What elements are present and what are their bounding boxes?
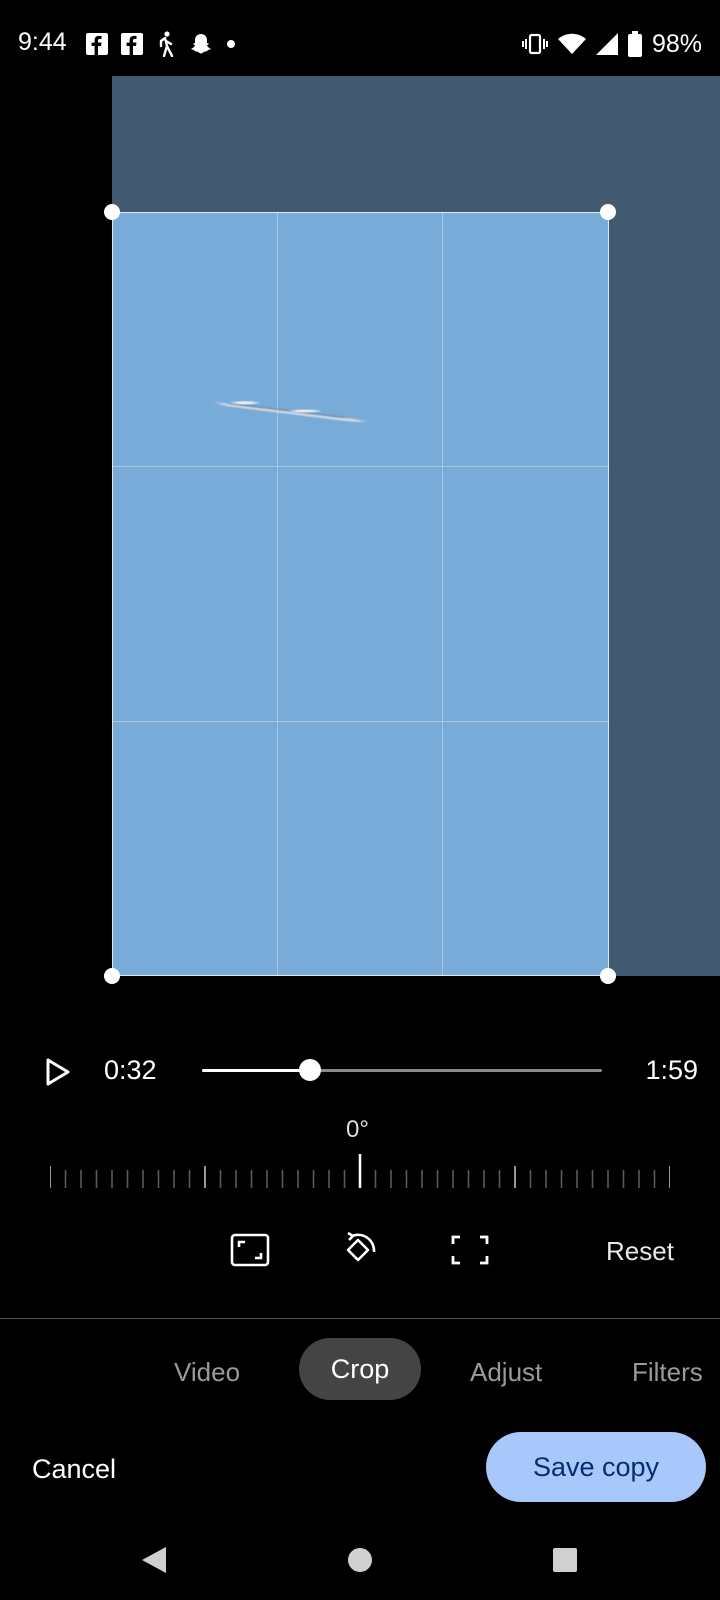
system-status-icons: 98%	[521, 28, 702, 60]
home-icon[interactable]	[338, 1538, 382, 1582]
save-copy-button[interactable]: Save copy	[486, 1432, 706, 1502]
divider	[0, 1318, 720, 1319]
tab-adjust[interactable]: Adjust	[470, 1357, 542, 1388]
back-icon[interactable]	[132, 1538, 176, 1582]
crop-handle-top-right[interactable]	[600, 204, 616, 220]
tab-crop[interactable]: Crop	[299, 1338, 421, 1400]
crop-frame	[112, 212, 609, 976]
rotation-angle: 0°	[346, 1116, 369, 1143]
status-time: 9:44	[18, 28, 67, 56]
rotation-ruler[interactable]	[50, 1154, 670, 1188]
crop-free-icon[interactable]	[446, 1226, 494, 1274]
total-time: 1:59	[645, 1055, 698, 1085]
wifi-icon	[557, 33, 586, 54]
crop-handle-top-left[interactable]	[104, 204, 120, 220]
battery-icon	[627, 31, 642, 57]
crop-handle-bottom-right[interactable]	[600, 968, 616, 984]
notification-icons	[86, 28, 236, 60]
rotate-icon[interactable]	[334, 1226, 382, 1274]
tab-video[interactable]: Video	[174, 1357, 240, 1388]
reset-button[interactable]: Reset	[606, 1236, 674, 1267]
dot-icon	[227, 40, 235, 48]
vibrate-icon	[521, 33, 548, 55]
facebook-icon	[121, 33, 143, 55]
battery-percent: 98%	[651, 29, 702, 58]
facebook-icon	[86, 33, 108, 55]
video-scrubber-thumb[interactable]	[299, 1059, 321, 1081]
cancel-button[interactable]: Cancel	[32, 1454, 116, 1485]
signal-icon	[595, 33, 618, 55]
snapchat-icon	[191, 34, 211, 54]
crop-handle-bottom-left[interactable]	[104, 968, 120, 984]
play-icon[interactable]	[44, 1057, 72, 1087]
recents-icon[interactable]	[543, 1538, 587, 1582]
current-time: 0:32	[104, 1055, 157, 1085]
video-scrubber-progress	[202, 1069, 310, 1072]
tab-filters[interactable]: Filters	[632, 1357, 703, 1388]
walking-icon	[159, 31, 174, 57]
aspect-ratio-icon[interactable]	[226, 1226, 274, 1274]
